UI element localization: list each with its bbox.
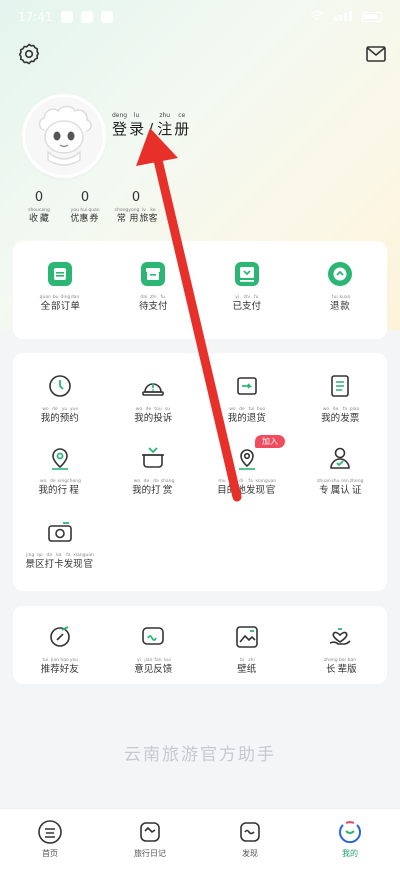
my-complaints-button[interactable]: wo 我 de 的 tou 投 su 诉 bbox=[107, 371, 201, 425]
complaint-icon bbox=[138, 371, 168, 401]
more-card: tui 推 jian 荐 hao 好 you 友 yi 意 jian 见 fan 反 kui 馈… bbox=[13, 606, 387, 684]
battery-icon bbox=[362, 12, 382, 22]
cell-label: dai 待 zhi 支 fu 付 bbox=[138, 295, 168, 312]
tab-home[interactable]: 首页 bbox=[0, 809, 100, 888]
elder-mode-icon bbox=[325, 622, 355, 652]
stat-label: shou 收 cang 藏 bbox=[28, 208, 50, 224]
login-char: deng 登 bbox=[112, 112, 128, 138]
login-slash: / bbox=[148, 120, 154, 138]
paid-button[interactable]: yi 已 zhi 支 fu 付 bbox=[200, 259, 294, 313]
settings-gear-icon[interactable] bbox=[17, 42, 41, 66]
cell-label: jing 景 qu 区 da 打 ka 卡 fa 发 xian 现 guan 官 bbox=[25, 553, 94, 570]
feedback-button[interactable]: yi 意 jian 见 fan 反 kui 馈 bbox=[107, 622, 201, 676]
reservation-clock-icon bbox=[45, 371, 75, 401]
recommend-icon bbox=[45, 622, 75, 652]
elder-mode-button[interactable]: zhang 长 bei 辈 ban 版 bbox=[294, 622, 388, 676]
return-goods-icon bbox=[232, 371, 262, 401]
scenic-checkin-officer-button[interactable]: jing 景 qu 区 da 打 ka 卡 fa 发 xian 现 guan 官 bbox=[13, 517, 107, 571]
stat-label: chang 常 yong 用 lv 旅 ke 客 bbox=[114, 208, 158, 224]
all-orders-button[interactable]: quan 全 bu 部 ding 订 dan 单 bbox=[13, 259, 107, 313]
status-bar: 17:41 bbox=[0, 0, 400, 34]
cell-label: tui 退 kuan 款 bbox=[330, 295, 351, 312]
join-badge: 加入 bbox=[255, 435, 285, 448]
cell-label: wo 我 de 的 da 打 shang 赏 bbox=[132, 479, 175, 496]
status-time: 17:41 bbox=[18, 10, 53, 24]
login-register-link[interactable]: deng 登 lu 录 / zhu 注 ce 册 bbox=[112, 112, 189, 138]
chat-app-icon bbox=[80, 11, 93, 23]
stat-label: you 优 hui 惠 quan 券 bbox=[70, 208, 100, 224]
avatar[interactable] bbox=[25, 97, 103, 175]
wifi-icon bbox=[310, 10, 324, 24]
cell-label: mu 目 de 的 di 地 fa 发 xian 现 guan 官 bbox=[217, 479, 277, 496]
tab-discover[interactable]: 发现 bbox=[200, 809, 300, 888]
feedback-icon bbox=[138, 622, 168, 652]
services-card: wo 我 de 的 yu 预 yue 约 wo 我 de 的 tou 投 su 诉 wo 我 bbox=[13, 353, 387, 591]
cell-label: wo 我 de 的 yu 预 yue 约 bbox=[40, 407, 79, 424]
cell-label: quan 全 bu 部 ding 订 dan 单 bbox=[39, 295, 80, 312]
signal-icon bbox=[334, 10, 352, 24]
orders-card: quan 全 bu 部 ding 订 dan 单 dai 待 zhi 支 fu 付 yi 已 z… bbox=[13, 241, 387, 339]
my-reservations-button[interactable]: wo 我 de 的 yu 预 yue 约 bbox=[13, 371, 107, 425]
tab-label: 旅行日记 bbox=[134, 849, 166, 858]
camera-icon bbox=[45, 517, 75, 547]
itinerary-pin-icon bbox=[45, 443, 75, 473]
stat-value: 0 bbox=[131, 190, 141, 205]
recommend-friends-button[interactable]: tui 推 jian 荐 hao 好 you 友 bbox=[13, 622, 107, 676]
refund-button[interactable]: tui 退 kuan 款 bbox=[294, 259, 388, 313]
tab-label: 首页 bbox=[42, 849, 58, 858]
tab-mine[interactable]: 我的 bbox=[300, 809, 400, 888]
cell-label: yi 意 jian 见 fan 反 kui 馈 bbox=[134, 658, 173, 675]
tip-pot-icon bbox=[138, 443, 168, 473]
mine-icon bbox=[337, 819, 363, 845]
invoice-icon bbox=[325, 371, 355, 401]
message-mail-icon[interactable] bbox=[364, 42, 388, 66]
my-invoices-button[interactable]: wo 我 de 的 fa 发 piao 票 bbox=[294, 371, 388, 425]
stat-favorites[interactable]: 0 shou 收 cang 藏 bbox=[16, 190, 62, 225]
register-char: zhu 注 bbox=[157, 112, 173, 138]
paid-icon bbox=[232, 259, 262, 289]
verified-person-icon bbox=[325, 443, 355, 473]
bottom-tab-bar: 首页 旅行日记 发现 我的 bbox=[0, 808, 400, 888]
register-char: ce 册 bbox=[174, 112, 190, 138]
stat-frequent-travelers[interactable]: 0 chang 常 yong 用 lv 旅 ke 客 bbox=[108, 190, 164, 225]
all-orders-icon bbox=[45, 259, 75, 289]
cell-label: wo 我 de 的 fa 发 piao 票 bbox=[321, 407, 360, 424]
cell-label: tui 推 jian 荐 hao 好 you 友 bbox=[40, 658, 79, 675]
notification-icon bbox=[60, 11, 73, 23]
discover-icon bbox=[237, 819, 263, 845]
travel-diary-icon bbox=[137, 819, 163, 845]
cell-label: bi 壁 zhi 纸 bbox=[237, 658, 257, 675]
cell-label: wo 我 de 的 tou 投 su 诉 bbox=[134, 407, 173, 424]
wallpaper-icon bbox=[232, 622, 262, 652]
user-stats: 0 shou 收 cang 藏 0 you 优 hui 惠 quan 券 0 chang 常… bbox=[16, 190, 164, 225]
my-tips-button[interactable]: wo 我 de 的 da 打 shang 赏 bbox=[107, 443, 201, 497]
pending-payment-button[interactable]: dai 待 zhi 支 fu 付 bbox=[107, 259, 201, 313]
cell-label: wo 我 de 的 xing 行 cheng 程 bbox=[38, 479, 81, 496]
wallpaper-button[interactable]: bi 壁 zhi 纸 bbox=[200, 622, 294, 676]
tab-label: 我的 bbox=[342, 849, 358, 858]
cell-label: yi 已 zhi 支 fu 付 bbox=[232, 295, 262, 312]
stat-coupons[interactable]: 0 you 优 hui 惠 quan 券 bbox=[62, 190, 108, 225]
refund-icon bbox=[325, 259, 355, 289]
tab-travel-diary[interactable]: 旅行日记 bbox=[100, 809, 200, 888]
cell-label: zhang 长 bei 辈 ban 版 bbox=[323, 658, 357, 675]
stat-value: 0 bbox=[80, 190, 90, 205]
app-icon bbox=[100, 11, 113, 23]
login-char: lu 录 bbox=[129, 112, 145, 138]
my-returns-button[interactable]: wo 我 de 的 tui 退 huo 货 bbox=[200, 371, 294, 425]
exclusive-verification-button[interactable]: zhuan 专 shu 属 ren 认 zheng 证 bbox=[294, 443, 388, 497]
my-itinerary-button[interactable]: wo 我 de 的 xing 行 cheng 程 bbox=[13, 443, 107, 497]
home-icon bbox=[37, 819, 63, 845]
stat-value: 0 bbox=[34, 190, 44, 205]
tab-label: 发现 bbox=[242, 849, 258, 858]
cell-label: zhuan 专 shu 属 ren 认 zheng 证 bbox=[317, 479, 364, 496]
brand-slogan: 云南旅游官方助手 bbox=[124, 745, 276, 765]
cell-label: wo 我 de 的 tui 退 huo 货 bbox=[227, 407, 266, 424]
pending-payment-icon bbox=[138, 259, 168, 289]
mascot-avatar-icon bbox=[38, 105, 92, 166]
destination-officer-button[interactable]: 加入 mu 目 de 的 di 地 fa 发 xian 现 guan 官 bbox=[200, 435, 294, 497]
